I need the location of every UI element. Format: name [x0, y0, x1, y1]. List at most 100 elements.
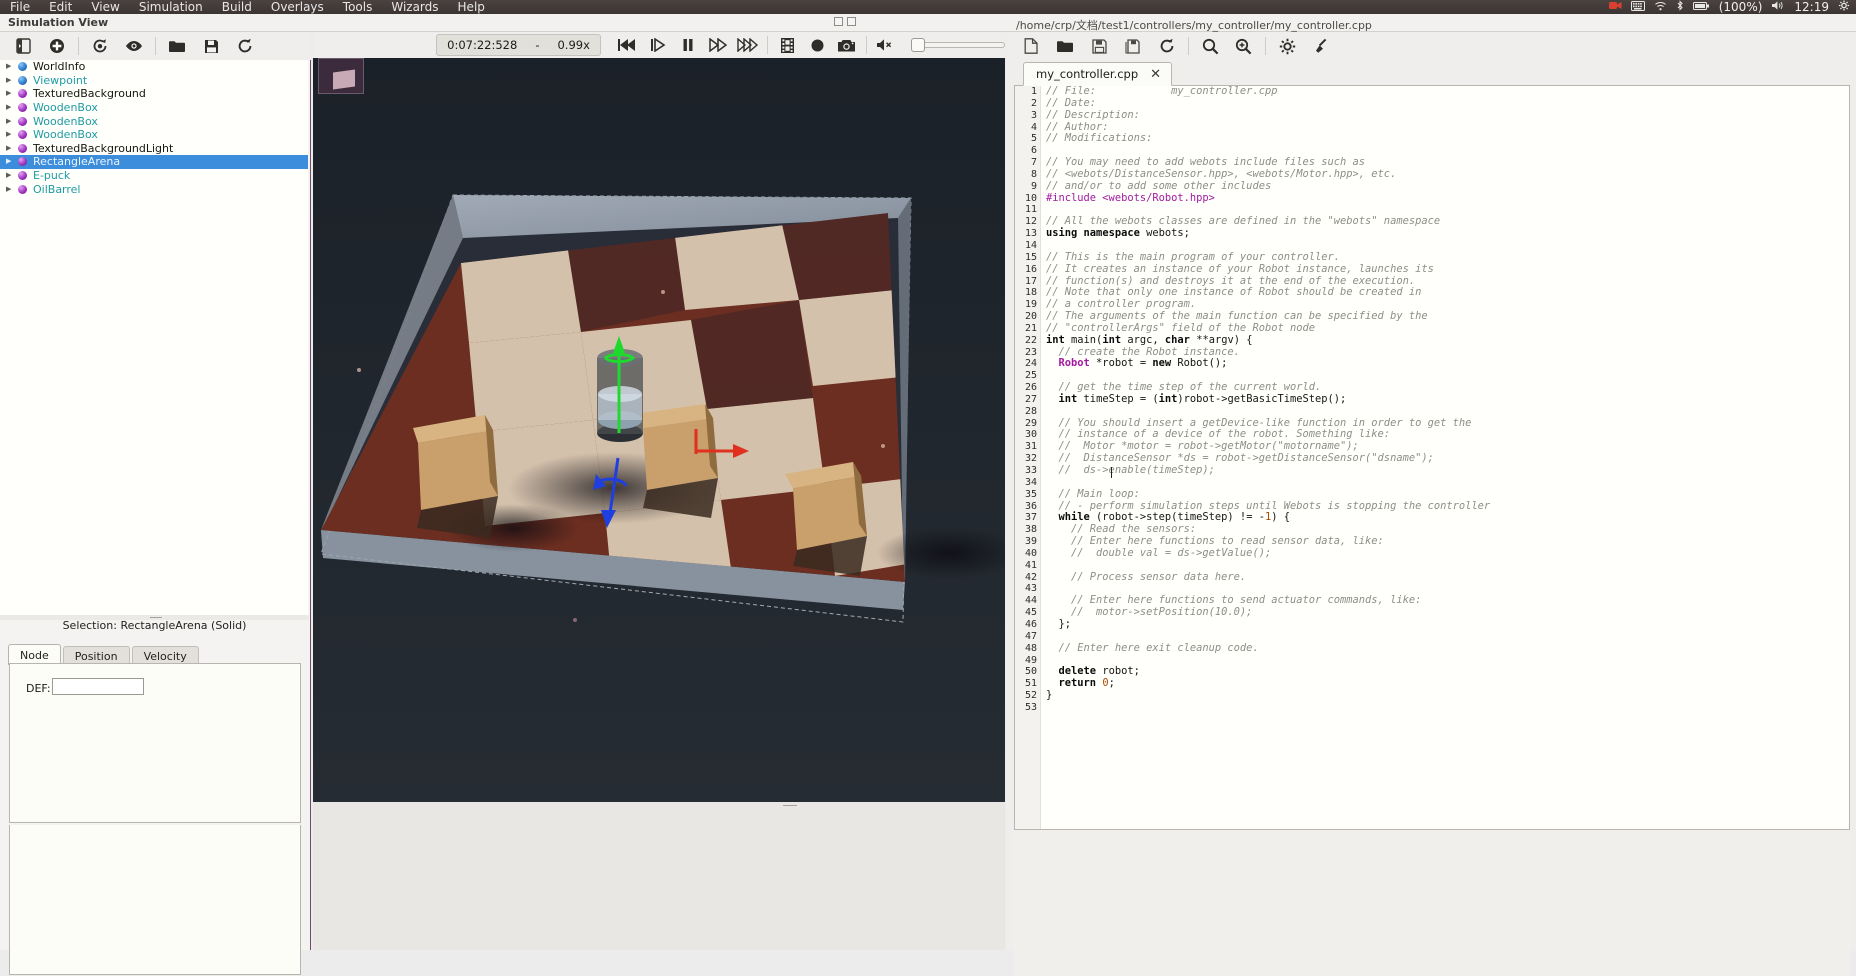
expand-arrow-icon[interactable]: ▶ [6, 90, 18, 97]
scene-tree-list[interactable]: ▶ WorldInfo ▶ Viewpoint ▶ TexturedBackground ▶… [0, 60, 309, 615]
code-line[interactable]: // ds->enable(timeStep); [1042, 464, 1849, 477]
simulation-toolbar[interactable] [0, 32, 311, 60]
def-input[interactable] [52, 678, 144, 695]
broom-icon[interactable] [1304, 33, 1338, 59]
open-world-button[interactable] [160, 33, 194, 59]
volume-slider[interactable] [911, 38, 1005, 52]
tree-item-worldinfo[interactable]: ▶ WorldInfo [0, 60, 309, 74]
restore-panel-button[interactable] [834, 17, 843, 26]
find-button[interactable] [1193, 33, 1227, 59]
expand-arrow-icon[interactable]: ▶ [6, 117, 18, 125]
editor-toolbar[interactable] [1006, 32, 1856, 60]
menu-build[interactable]: Build [222, 1, 252, 14]
code-line[interactable]: // Enter here exit cleanup code. [1042, 642, 1849, 655]
add-node-button[interactable] [40, 33, 74, 59]
close-icon[interactable]: ✕ [1150, 67, 1161, 82]
code-line[interactable]: int timeStep = (int)robot->getBasicTimeS… [1042, 393, 1849, 406]
code-text[interactable]: // File: my_controller.cpp// Date:// Des… [1042, 86, 1849, 829]
code-line[interactable]: return 0; [1042, 677, 1849, 690]
code-line[interactable]: // Process sensor data here. [1042, 571, 1849, 584]
record-indicator-icon[interactable] [1608, 0, 1622, 14]
expand-arrow-icon[interactable]: ▶ [6, 185, 18, 193]
menu-help[interactable]: Help [458, 1, 485, 14]
open-file-button[interactable] [1048, 33, 1082, 59]
menu-overlays[interactable]: Overlays [271, 1, 324, 14]
tree-item-texturedbackground[interactable]: ▶ TexturedBackground [0, 87, 309, 101]
clock-label[interactable]: 12:19 [1794, 1, 1829, 14]
code-line[interactable]: // Description: [1042, 109, 1849, 122]
code-line[interactable]: #include <webots/Robot.hpp> [1042, 192, 1849, 205]
toggle-sidebar-button[interactable] [6, 33, 40, 59]
tree-item-e-puck[interactable]: ▶ E-puck [0, 169, 309, 183]
code-line[interactable]: delete robot; [1042, 665, 1849, 678]
new-file-button[interactable] [1014, 33, 1048, 59]
reload-world-button[interactable] [228, 33, 262, 59]
bluetooth-icon[interactable] [1676, 0, 1684, 14]
wifi-icon[interactable] [1654, 1, 1667, 14]
code-line[interactable]: // motor->setPosition(10.0); [1042, 606, 1849, 619]
volume-slider-handle[interactable] [911, 38, 926, 52]
record-button[interactable] [802, 32, 832, 58]
save-file-button[interactable] [1082, 33, 1116, 59]
menu-file[interactable]: File [10, 1, 30, 14]
code-line[interactable]: // File: my_controller.cpp [1042, 86, 1849, 98]
menu-view[interactable]: View [91, 1, 119, 14]
desktop-menu-bar[interactable]: File Edit View Simulation Build Overlays… [0, 0, 1856, 14]
code-line[interactable]: using namespace webots; [1042, 227, 1849, 240]
tab-node[interactable]: Node [8, 644, 61, 665]
tree-item-texturedbackgroundlight[interactable]: ▶ TexturedBackgroundLight [0, 142, 309, 156]
expand-arrow-icon[interactable]: ▶ [6, 131, 18, 138]
window-controls[interactable] [834, 17, 856, 26]
code-editor[interactable]: 1 2 3 4 5 6 7 8 9 10 11 12 13 14 15 16 17 18 19 20 21 22 23 24 2… [1014, 86, 1850, 830]
expand-arrow-icon[interactable]: ▶ [6, 63, 18, 70]
desktop-menu-items[interactable]: File Edit View Simulation Build Overlays… [0, 1, 485, 14]
tree-item-rectanglearena[interactable]: ▶ RectangleArena [0, 155, 309, 169]
system-settings-icon[interactable] [1838, 0, 1850, 14]
code-line[interactable]: // Date: [1042, 97, 1849, 110]
node-property-tabs[interactable]: Node Position Velocity [8, 644, 303, 665]
code-line[interactable]: Robot *robot = new Robot(); [1042, 357, 1849, 370]
tree-item-viewpoint[interactable]: ▶ Viewpoint [0, 74, 309, 88]
save-world-button[interactable] [194, 33, 228, 59]
revert-file-button[interactable] [1150, 33, 1184, 59]
reset-button[interactable] [613, 32, 643, 58]
code-line[interactable]: } [1042, 689, 1849, 702]
tree-item-woodenbox[interactable]: ▶ WoodenBox [0, 101, 309, 115]
run-fast-button[interactable] [733, 32, 763, 58]
transform-node-button[interactable] [83, 33, 117, 59]
code-line[interactable] [1042, 702, 1849, 714]
expand-arrow-icon[interactable]: ▶ [6, 144, 18, 152]
viewport-bottom-splitter[interactable] [313, 802, 1005, 950]
code-line[interactable]: }; [1042, 618, 1849, 631]
expand-arrow-icon[interactable]: ▶ [6, 76, 18, 84]
tree-item-woodenbox[interactable]: ▶ WoodenBox [0, 114, 309, 128]
tree-item-oilbarrel[interactable]: ▶ OilBarrel [0, 182, 309, 196]
battery-icon[interactable] [1692, 1, 1710, 14]
simulation-viewport[interactable] [313, 58, 1005, 802]
editor-tab-my-controller[interactable]: my_controller.cpp ✕ [1023, 62, 1173, 86]
keyboard-layout-icon[interactable] [1630, 1, 1645, 14]
scene-tree-scrollbar[interactable] [308, 60, 310, 615]
tree-item-woodenbox[interactable]: ▶ WoodenBox [0, 128, 309, 142]
volume-icon[interactable] [1771, 0, 1785, 14]
system-tray[interactable]: (100%) 12:19 [1608, 0, 1850, 14]
menu-edit[interactable]: Edit [49, 1, 72, 14]
editor-tab-bar[interactable]: my_controller.cpp ✕ [1014, 60, 1850, 86]
menu-simulation[interactable]: Simulation [139, 1, 203, 14]
pause-button[interactable] [673, 32, 703, 58]
viewport-toolbar[interactable]: 0:07:22:528 - 0.99x [313, 32, 1005, 58]
run-real-time-button[interactable] [703, 32, 733, 58]
save-all-button[interactable] [1116, 33, 1150, 59]
code-line[interactable] [1042, 655, 1849, 667]
view-node-button[interactable] [117, 33, 151, 59]
close-panel-button[interactable] [847, 17, 856, 26]
menu-tools[interactable]: Tools [343, 1, 373, 14]
code-line[interactable]: // Author: [1042, 121, 1849, 134]
code-line[interactable]: // double val = ds->getValue(); [1042, 547, 1849, 560]
make-movie-button[interactable] [772, 32, 802, 58]
code-line[interactable] [1042, 477, 1849, 489]
screenshot-button[interactable] [832, 32, 862, 58]
step-button[interactable] [643, 32, 673, 58]
find-replace-button[interactable] [1227, 33, 1261, 59]
expand-arrow-icon[interactable]: ▶ [6, 104, 18, 111]
